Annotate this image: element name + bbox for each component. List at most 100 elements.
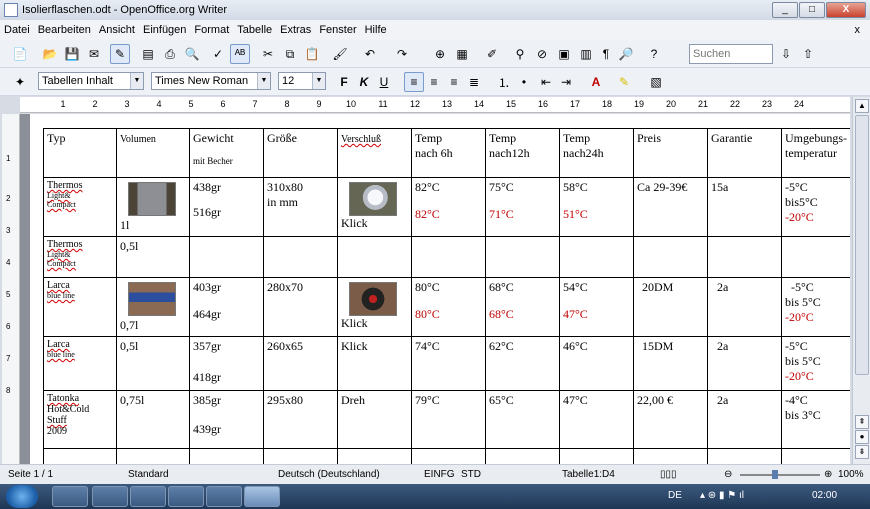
table-cell[interactable]: 357gr 418gr xyxy=(189,336,264,391)
table-cell[interactable]: Tatonka Hot&Cold Stuff 2009 xyxy=(43,390,117,449)
table-cell[interactable]: 20DM xyxy=(633,277,708,337)
start-button[interactable] xyxy=(6,485,38,508)
table-cell[interactable]: 438gr 516gr xyxy=(189,177,264,237)
page-style[interactable]: Standard xyxy=(128,469,169,480)
language-status[interactable]: Deutsch (Deutschland) xyxy=(278,469,380,480)
chevron-down-icon[interactable]: ▼ xyxy=(257,73,270,89)
table-icon[interactable]: ▦ xyxy=(452,44,472,64)
comparison-table[interactable]: Typ Volumen Gewicht mit Becher Größe Vers… xyxy=(43,128,850,464)
table-cell[interactable]: Klick xyxy=(337,177,412,237)
table-cell[interactable]: Dreh xyxy=(337,390,412,449)
menu-hilfe[interactable]: Hilfe xyxy=(361,24,391,36)
zoom-icon[interactable]: 🔎 xyxy=(616,44,636,64)
undo-icon[interactable]: ↶ xyxy=(360,44,380,64)
menu-bearbeiten[interactable]: Bearbeiten xyxy=(34,24,95,36)
language-indicator[interactable]: DE xyxy=(668,490,682,501)
underline-button[interactable]: U xyxy=(374,72,394,92)
table-cell[interactable]: Ca 29-39€ xyxy=(633,177,708,237)
chevron-down-icon[interactable]: ▼ xyxy=(130,73,143,89)
tray-icons[interactable]: ▴ ⊛ ▮ ⚑ ıl xyxy=(700,490,744,501)
table-cell[interactable] xyxy=(189,448,264,464)
table-cell[interactable] xyxy=(411,236,486,278)
table-cell[interactable]: Temp nach 6h xyxy=(411,128,486,178)
table-cell[interactable]: 280x70 xyxy=(263,277,338,337)
paste-icon[interactable]: 📋 xyxy=(302,44,322,64)
find-next-icon[interactable]: ⇩ xyxy=(776,44,796,64)
document-page[interactable]: Typ Volumen Gewicht mit Becher Größe Vers… xyxy=(30,114,850,464)
table-cell[interactable]: Thermos Light& Compact xyxy=(43,236,117,278)
table-cell[interactable]: 403gr 464gr xyxy=(189,277,264,337)
maximize-button[interactable]: □ xyxy=(799,2,825,18)
table-cell[interactable] xyxy=(633,236,708,278)
table-cell[interactable]: 22,00 € xyxy=(633,390,708,449)
table-cell[interactable]: 2a xyxy=(707,390,782,449)
numbering-icon[interactable]: ⒈ xyxy=(494,72,514,92)
table-cell[interactable] xyxy=(116,448,190,464)
table-cell[interactable] xyxy=(263,448,338,464)
align-right-icon[interactable]: ≡ xyxy=(444,72,464,92)
zoom-out-icon[interactable]: ⊖ xyxy=(724,469,732,480)
table-cell[interactable] xyxy=(707,448,782,464)
table-cell[interactable]: 295x80 xyxy=(263,390,338,449)
document-area[interactable]: Typ Volumen Gewicht mit Becher Größe Vers… xyxy=(20,114,850,464)
zoom-slider-handle[interactable] xyxy=(772,470,778,479)
vertical-ruler[interactable]: 1 2 3 4 5 6 7 8 xyxy=(2,114,20,464)
close-button[interactable]: X xyxy=(826,2,866,18)
scrollbar-thumb[interactable] xyxy=(855,115,869,375)
pdf-export-icon[interactable]: ▤ xyxy=(138,44,158,64)
table-cell[interactable] xyxy=(485,236,560,278)
nonprinting-chars-icon[interactable]: ¶ xyxy=(596,44,616,64)
next-page-icon[interactable]: ⇟ xyxy=(855,445,869,459)
table-cell[interactable] xyxy=(633,448,708,464)
align-center-icon[interactable]: ≡ xyxy=(424,72,444,92)
table-cell[interactable]: Larca blue line xyxy=(43,277,117,337)
table-cell[interactable]: Klick xyxy=(337,277,412,337)
remote-desktop-task-icon[interactable] xyxy=(168,486,204,507)
table-cell[interactable] xyxy=(263,236,338,278)
table-cell[interactable] xyxy=(485,448,560,464)
draw-functions-icon[interactable]: ✐ xyxy=(482,44,502,64)
find-replace-icon[interactable]: ⚲ xyxy=(510,44,530,64)
previous-page-icon[interactable]: ⇞ xyxy=(855,415,869,429)
table-cell[interactable]: 62°C xyxy=(485,336,560,391)
table-cell[interactable]: 0,75l xyxy=(116,390,190,449)
table-cell[interactable] xyxy=(781,236,850,278)
align-left-icon[interactable]: ≡ xyxy=(404,72,424,92)
decrease-indent-icon[interactable]: ⇤ xyxy=(536,72,556,92)
selection-mode[interactable]: STD xyxy=(461,469,481,480)
table-cell[interactable]: Gewicht mit Becher xyxy=(189,128,264,178)
table-cell[interactable]: 310x80 in mm xyxy=(263,177,338,237)
justify-icon[interactable]: ≣ xyxy=(464,72,484,92)
table-cell[interactable]: 385gr 439gr xyxy=(189,390,264,449)
menu-extras[interactable]: Extras xyxy=(276,24,315,36)
table-cell[interactable] xyxy=(411,448,486,464)
menu-format[interactable]: Format xyxy=(190,24,233,36)
table-cell[interactable]: Larca blue line xyxy=(43,336,117,391)
menu-datei[interactable]: Datei xyxy=(0,24,34,36)
font-name-select[interactable]: Times New Roman ▼ xyxy=(151,72,271,90)
table-cell[interactable]: Umgebungs-temperatur xyxy=(781,128,850,178)
table-cell[interactable]: Thermos Light& Compact xyxy=(43,177,117,237)
vertical-scrollbar[interactable]: ▲ ⇞ ● ⇟ xyxy=(852,97,870,464)
new-document-icon[interactable]: 📄 xyxy=(10,44,30,64)
table-cell[interactable] xyxy=(559,448,634,464)
format-paintbrush-icon[interactable]: 🖌 xyxy=(330,44,350,64)
edit-mode-icon[interactable]: ✎ xyxy=(110,44,130,64)
search-input[interactable]: Suchen xyxy=(689,44,773,64)
table-cell[interactable]: 15a xyxy=(707,177,782,237)
table-cell[interactable]: Typ xyxy=(43,128,117,178)
insert-mode[interactable]: EINFG xyxy=(424,469,455,480)
page-indicator[interactable]: Seite 1 / 1 xyxy=(8,469,53,480)
table-cell[interactable]: 1l xyxy=(116,177,190,237)
table-cell[interactable]: 0,5l xyxy=(116,236,190,278)
table-cell[interactable] xyxy=(43,448,117,464)
find-previous-icon[interactable]: ⇧ xyxy=(798,44,818,64)
table-cell[interactable]: 2a xyxy=(707,336,782,391)
print-preview-icon[interactable]: 🔍 xyxy=(182,44,202,64)
table-cell[interactable]: Temp nach12h xyxy=(485,128,560,178)
table-cell[interactable]: 68°C 68°C xyxy=(485,277,560,337)
table-cell[interactable] xyxy=(781,448,850,464)
media-player-task-icon[interactable] xyxy=(130,486,166,507)
cut-icon[interactable]: ✂ xyxy=(258,44,278,64)
email-icon[interactable]: ✉ xyxy=(84,44,104,64)
